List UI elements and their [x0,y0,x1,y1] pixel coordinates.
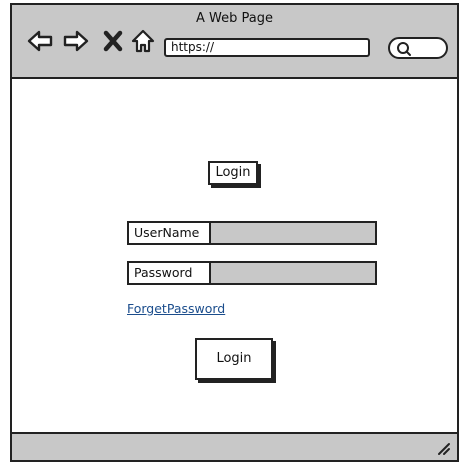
password-label: Password [127,261,211,285]
resize-handle-icon[interactable] [435,440,451,456]
forward-arrow-icon[interactable] [62,27,90,55]
home-icon[interactable] [129,27,157,55]
top-login-button[interactable]: Login [208,161,258,185]
password-input[interactable] [209,261,377,285]
forget-password-link[interactable]: ForgetPassword [127,301,225,316]
browser-toolbar: A Web Page https:// [12,5,457,79]
browser-window: A Web Page https:// Login UserName Passw… [10,3,459,462]
page-title: A Web Page [196,11,273,26]
search-field[interactable] [388,37,448,59]
url-input[interactable]: https:// [164,38,370,57]
username-label: UserName [127,221,211,245]
username-input[interactable] [209,221,377,245]
search-icon [397,42,411,56]
back-arrow-icon[interactable] [26,27,54,55]
status-bar [12,432,457,460]
login-submit-button[interactable]: Login [195,338,273,380]
page-content: Login UserName Password ForgetPassword L… [12,79,457,432]
close-icon[interactable] [101,27,125,55]
